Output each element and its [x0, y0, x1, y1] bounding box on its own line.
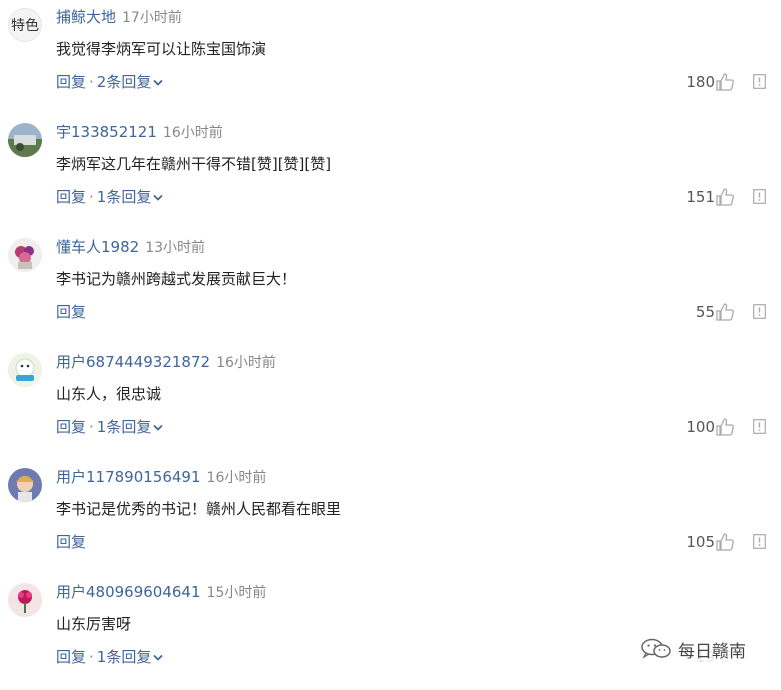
comment-text: 李书记是优秀的书记！赣州人民都看在眼里	[56, 500, 342, 518]
comment-actions: 回复	[56, 301, 86, 323]
wechat-icon	[641, 638, 671, 659]
like-count: 55	[695, 303, 715, 321]
like-count: 100	[686, 418, 715, 436]
report-flag-icon[interactable]	[753, 74, 766, 89]
username[interactable]: 用户480969604641	[56, 583, 201, 601]
comment-item: 用户117890156491 16小时前 李书记是优秀的书记！赣州人民都看在眼里 …	[0, 460, 781, 575]
reply-button[interactable]: 回复	[56, 73, 86, 91]
avatar[interactable]	[8, 123, 42, 157]
comment-item: 用户48096960464115小时前 山东厉害呀 回复·1条回复 19	[0, 575, 781, 690]
comment-meta: 用户480969604641 15小时前	[56, 582, 266, 603]
chevron-down-icon	[153, 424, 163, 431]
comment-text: 我觉得李炳军可以让陈宝国饰演	[56, 40, 267, 58]
timestamp: 13小时前	[145, 240, 206, 256]
avatar[interactable]	[8, 468, 42, 502]
comment-meta: 用户117890156491 16小时前	[56, 467, 266, 488]
comment-meta: 宇133852121 16小时前	[56, 122, 223, 143]
chevron-down-icon	[153, 79, 163, 86]
reply-button[interactable]: 回复	[56, 533, 86, 551]
comment-actions: 回复 · 1条回复	[56, 186, 163, 208]
report-flag-icon[interactable]	[753, 534, 766, 549]
thumbs-up-icon[interactable]	[715, 302, 735, 322]
view-replies-button[interactable]: 1条回复	[97, 188, 164, 206]
comment-item: 宇133852121 16小时前 李炳军这几年在赣州干得不错[赞][赞][赞] 回…	[0, 115, 781, 230]
chevron-down-icon	[153, 654, 163, 661]
separator: ·	[89, 648, 94, 666]
like-count: 105	[686, 533, 715, 551]
comment-meta: 懂车人1982 13小时前	[56, 237, 205, 258]
comment-text: 李书记为赣州跨越式发展贡献巨大！	[56, 270, 297, 288]
report-flag-icon[interactable]	[753, 304, 766, 319]
thumbs-up-icon[interactable]	[715, 532, 735, 552]
comment-meta: 用户6874449321872 16小时前	[56, 352, 276, 373]
timestamp: 16小时前	[206, 470, 267, 486]
comment-item: 特色 捕鲸大地 17小时前 我觉得李炳军可以让陈宝国饰演 回复 · 2条回复 180	[0, 0, 781, 115]
thumbs-up-icon[interactable]	[715, 187, 735, 207]
comment-text: 山东人，很忠诚	[56, 385, 162, 403]
like-count: 151	[686, 188, 715, 206]
view-replies-button[interactable]: 2条回复	[97, 73, 164, 91]
avatar-text: 特色	[11, 18, 39, 34]
separator: ·	[89, 73, 94, 91]
avatar[interactable]	[8, 353, 42, 387]
comment-text: 李炳军这几年在赣州干得不错[赞][赞][赞]	[56, 155, 332, 173]
comment-actions: 回复 · 1条回复	[56, 416, 163, 438]
avatar[interactable]	[8, 583, 42, 617]
reply-button[interactable]: 回复	[56, 303, 86, 321]
username[interactable]: 懂车人1982	[56, 238, 139, 256]
watermark-text: 每日赣南	[678, 641, 746, 662]
username[interactable]: 捕鲸大地	[56, 8, 116, 26]
comment-actions: 回复 · 2条回复	[56, 71, 163, 93]
username[interactable]: 用户6874449321872	[56, 353, 210, 371]
avatar[interactable]	[8, 238, 42, 272]
watermark: 每日赣南	[636, 634, 750, 664]
comment-actions: 回复 · 1条回复	[56, 646, 163, 668]
comment-item: 用户6874449321872 16小时前 山东人，很忠诚 回复 · 1条回复 100	[0, 345, 781, 460]
reply-button[interactable]: 回复	[56, 648, 86, 666]
like-count: 180	[686, 73, 715, 91]
username[interactable]: 用户117890156491	[56, 468, 201, 486]
reply-button[interactable]: 回复	[56, 188, 86, 206]
separator: ·	[89, 188, 94, 206]
avatar[interactable]: 特色	[8, 8, 42, 42]
timestamp: 15小时前	[206, 585, 267, 601]
timestamp: 16小时前	[216, 355, 276, 371]
comment-text: 山东厉害呀	[56, 615, 132, 633]
thumbs-up-icon[interactable]	[715, 72, 735, 92]
chevron-down-icon	[153, 194, 163, 201]
comment-meta: 捕鲸大地 17小时前	[56, 7, 182, 28]
report-flag-icon[interactable]	[753, 189, 766, 204]
comment-actions: 回复	[56, 531, 86, 553]
timestamp: 16小时前	[162, 125, 223, 141]
timestamp: 17小时前	[122, 10, 182, 26]
separator: ·	[89, 418, 94, 436]
username[interactable]: 宇133852121	[56, 123, 157, 141]
comment-item: 懂车人1982 13小时前 李书记为赣州跨越式发展贡献巨大！ 回复 55	[0, 230, 781, 345]
view-replies-button[interactable]: 1条回复	[97, 418, 164, 436]
reply-button[interactable]: 回复	[56, 418, 86, 436]
view-replies-button[interactable]: 1条回复	[97, 648, 164, 666]
report-flag-icon[interactable]	[753, 419, 766, 434]
thumbs-up-icon[interactable]	[715, 417, 735, 437]
